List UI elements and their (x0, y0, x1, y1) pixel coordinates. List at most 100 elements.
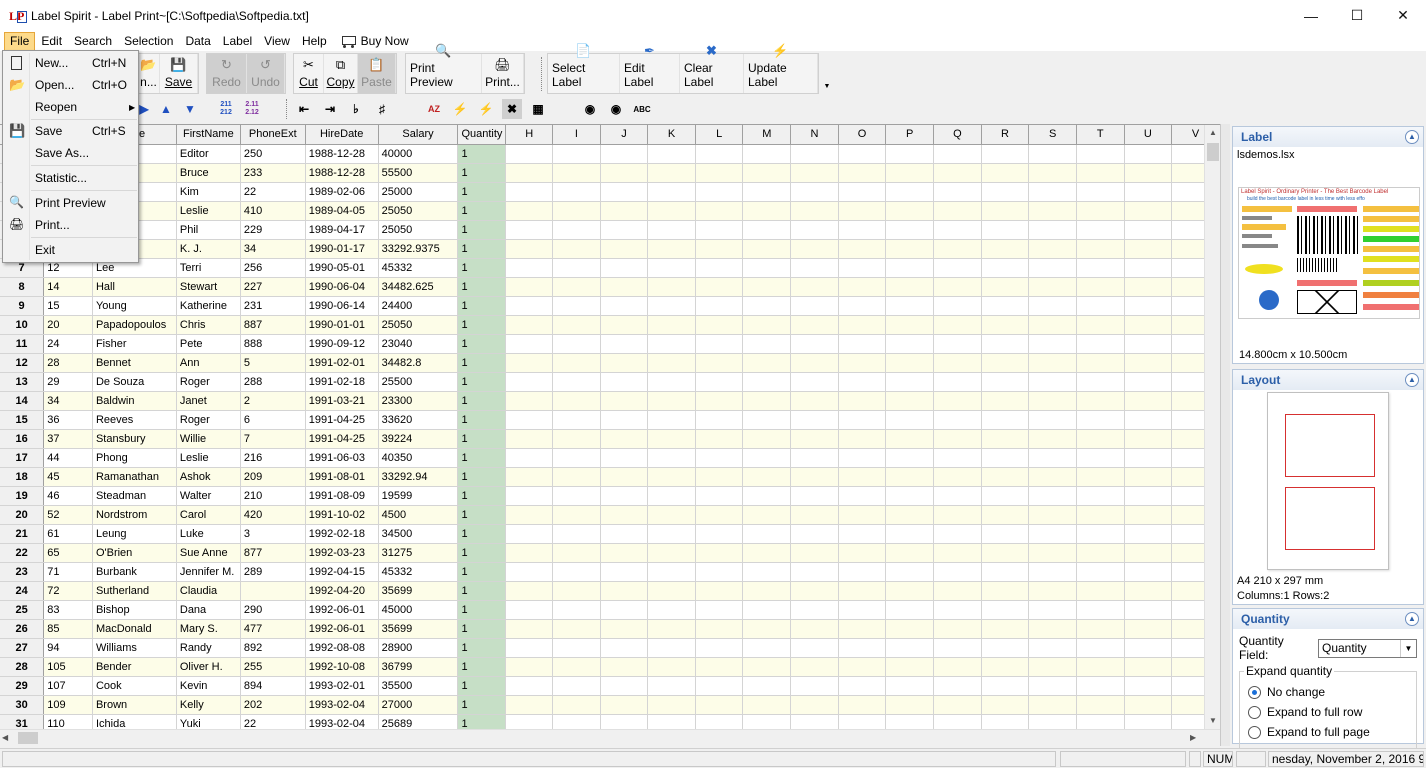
grid-cell[interactable] (885, 372, 935, 392)
grid-cell[interactable] (981, 277, 1030, 297)
grid-cell[interactable]: 72 (43, 581, 93, 601)
grid-cell[interactable] (933, 277, 982, 297)
grid-cell[interactable]: 33292.94 (378, 467, 459, 487)
grid-cell[interactable] (600, 315, 649, 335)
grid-cell[interactable] (552, 144, 601, 164)
collapse-icon[interactable]: ▲ (1405, 373, 1419, 387)
row-header[interactable]: 21 (0, 524, 45, 544)
grid-cell[interactable] (505, 600, 554, 620)
quantity-cell[interactable]: 1 (457, 543, 507, 563)
grid-cell[interactable] (838, 600, 887, 620)
grid-cell[interactable] (981, 619, 1030, 639)
grid-cell[interactable] (695, 144, 744, 164)
table-row[interactable]: 10 20 Papadopoulos Chris 887 1990-01-01 25050 1 (0, 315, 1220, 335)
grid-cell[interactable]: 202 (240, 695, 306, 715)
grid-cell[interactable]: 45000 (378, 600, 459, 620)
grid-cell[interactable] (552, 619, 601, 639)
grid-cell[interactable]: Reeves (92, 410, 177, 430)
grid-cell[interactable] (600, 163, 649, 183)
grid-cell[interactable] (695, 296, 744, 316)
grid-cell[interactable] (933, 429, 982, 449)
grid-cell[interactable] (600, 239, 649, 259)
grid-cell[interactable] (695, 372, 744, 392)
grid-cell[interactable]: 25500 (378, 372, 459, 392)
grid-cell[interactable] (647, 353, 696, 373)
grid-cell[interactable] (981, 695, 1030, 715)
quantity-cell[interactable]: 1 (457, 258, 507, 278)
grid-cell[interactable] (1076, 334, 1125, 354)
grid-cell[interactable]: 888 (240, 334, 306, 354)
filter-icon[interactable]: ⚡ (450, 99, 470, 119)
grid-cell[interactable] (600, 258, 649, 278)
row-header[interactable]: 16 (0, 429, 45, 449)
grid-cell[interactable] (1124, 391, 1173, 411)
copy-button[interactable]: ⧉ Copy (324, 54, 358, 93)
grid-cell[interactable] (552, 182, 601, 202)
grid-cell[interactable] (790, 144, 839, 164)
binoculars-icon[interactable]: ◉ (580, 99, 600, 119)
grid-cell[interactable] (981, 372, 1030, 392)
grid-cell[interactable]: 34 (43, 391, 93, 411)
grid-cell[interactable]: 34482.625 (378, 277, 459, 297)
grid-cell[interactable] (1124, 581, 1173, 601)
grid-cell[interactable] (695, 448, 744, 468)
grid-cell[interactable] (885, 486, 935, 506)
grid-cell[interactable] (600, 220, 649, 240)
table-row[interactable]: 12 28 Bennet Ann 5 1991-02-01 34482.8 1 (0, 353, 1220, 373)
grid-cell[interactable] (552, 486, 601, 506)
grid-cell[interactable] (885, 239, 935, 259)
grid-cell[interactable] (695, 524, 744, 544)
grid-cell[interactable] (505, 239, 554, 259)
table-row[interactable]: 18 45 Ramanathan Ashok 209 1991-08-01 33292.94… (0, 467, 1220, 487)
label-section-header[interactable]: Label ▲ (1233, 127, 1423, 147)
table-row[interactable]: 24 72 Sutherland Claudia 1992-04-20 35699 1 (0, 581, 1220, 601)
grid-cell[interactable] (1028, 467, 1077, 487)
table-row[interactable]: 23 71 Burbank Jennifer M. 289 1992-04-15 45332… (0, 562, 1220, 582)
column-header[interactable]: L (695, 125, 744, 145)
grid-cell[interactable] (1028, 334, 1077, 354)
menu-search[interactable]: Search (68, 32, 118, 51)
grid-cell[interactable] (647, 619, 696, 639)
table-row[interactable]: 28 105 Bender Oliver H. 255 1992-10-08 36799 1 (0, 657, 1220, 677)
grid-cell[interactable] (838, 581, 887, 601)
grid-cell[interactable] (552, 467, 601, 487)
row-header[interactable]: 30 (0, 695, 45, 715)
grid-cell[interactable] (1124, 410, 1173, 430)
radio-button[interactable] (1248, 725, 1261, 739)
table-row[interactable]: 8 14 Hall Stewart 227 1990-06-04 34482.625 1 (0, 277, 1220, 297)
grid-cell[interactable]: 1991-06-03 (305, 448, 379, 468)
grid-cell[interactable] (1076, 391, 1125, 411)
grid-cell[interactable] (695, 467, 744, 487)
column-header[interactable]: P (885, 125, 935, 145)
quantity-cell[interactable]: 1 (457, 676, 507, 696)
row-header[interactable]: 9 (0, 296, 45, 316)
table-row[interactable]: 14 34 Baldwin Janet 2 1991-03-21 23300 1 (0, 391, 1220, 411)
move-bottom-icon[interactable]: ▼ (180, 99, 200, 119)
grid-cell[interactable] (885, 600, 935, 620)
grid-cell[interactable] (1028, 619, 1077, 639)
grid-cell[interactable] (505, 505, 554, 525)
grid-cell[interactable]: 45 (43, 467, 93, 487)
grid-cell[interactable]: 7 (240, 429, 306, 449)
table-row[interactable]: 17 44 Phong Leslie 216 1991-06-03 40350 1 (0, 448, 1220, 468)
grid-cell[interactable] (552, 163, 601, 183)
grid-cell[interactable] (1124, 334, 1173, 354)
grid-cell[interactable] (933, 353, 982, 373)
grid-cell[interactable] (1028, 543, 1077, 563)
grid-cell[interactable]: 255 (240, 657, 306, 677)
grid-cell[interactable] (838, 182, 887, 202)
grid-cell[interactable] (981, 334, 1030, 354)
grid-cell[interactable] (1076, 353, 1125, 373)
grid-cell[interactable] (742, 486, 792, 506)
grid-cell[interactable] (838, 258, 887, 278)
label-preview-thumbnail[interactable]: Label Spirit - Ordinary Printer - The Be… (1238, 187, 1420, 319)
grid-cell[interactable] (1028, 657, 1077, 677)
grid-cell[interactable] (933, 638, 982, 658)
grid-cell[interactable] (790, 277, 839, 297)
grid-cell[interactable]: 55500 (378, 163, 459, 183)
grid-cell[interactable]: 34500 (378, 524, 459, 544)
quantity-cell[interactable]: 1 (457, 163, 507, 183)
grid-cell[interactable] (695, 486, 744, 506)
grid-cell[interactable] (647, 486, 696, 506)
paste-button[interactable]: 📋 Paste (358, 54, 396, 93)
